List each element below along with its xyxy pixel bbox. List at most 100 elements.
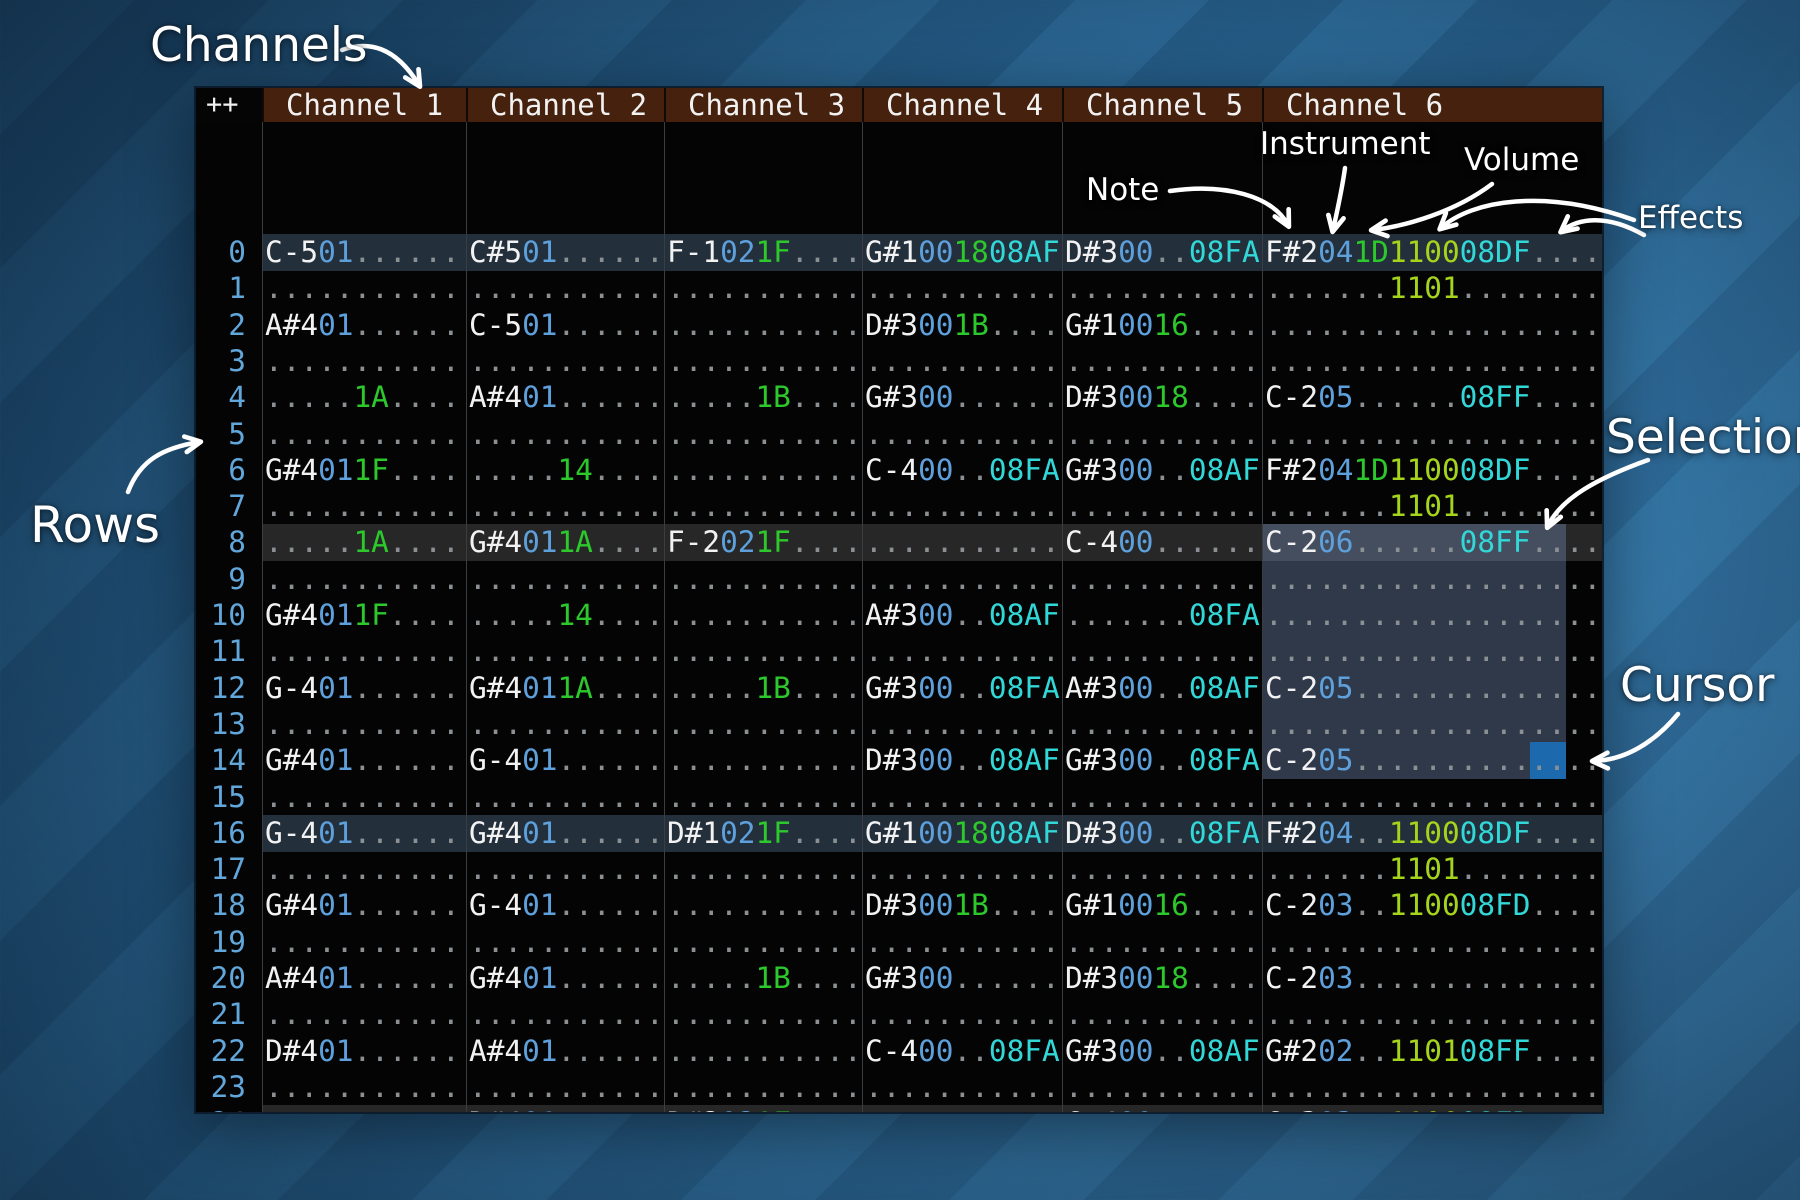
row-number[interactable]: 3 (196, 343, 246, 379)
row-number[interactable]: 23 (196, 1069, 246, 1105)
pattern-cell-r14-ch1[interactable]: G#401...... (265, 742, 469, 778)
pattern-cell-r8-ch2[interactable]: G#4011A.... (469, 524, 667, 560)
pattern-cell-r11-ch2[interactable]: ........... (469, 633, 667, 669)
row-number[interactable]: 2 (196, 307, 246, 343)
pattern-cell-r10-ch2[interactable]: .....14.... (469, 597, 667, 633)
row-number[interactable]: 14 (196, 742, 246, 778)
pattern-cell-r11-ch1[interactable]: ........... (265, 633, 469, 669)
pattern-cell-r9-ch2[interactable]: ........... (469, 561, 667, 597)
pattern-cell-r12-ch2[interactable]: G#4011A.... (469, 670, 667, 706)
pattern-cell-r17-ch5[interactable]: ........... (1065, 851, 1265, 887)
pattern-cell-r19-ch1[interactable]: ........... (265, 924, 469, 960)
pattern-cell-r23-ch2[interactable]: ........... (469, 1069, 667, 1105)
pattern-cell-r8-ch5[interactable]: C-400...... (1065, 524, 1265, 560)
row-number[interactable]: 4 (196, 379, 246, 415)
pattern-cell-r13-ch6[interactable]: ................... (1265, 706, 1602, 742)
pattern-cell-r6-ch3[interactable]: ........... (667, 452, 865, 488)
pattern-cell-r13-ch1[interactable]: ........... (265, 706, 469, 742)
row-number[interactable]: 17 (196, 851, 246, 887)
pattern-cell-r7-ch5[interactable]: ........... (1065, 488, 1265, 524)
row-number[interactable]: 5 (196, 416, 246, 452)
pattern-cell-r23-ch5[interactable]: ........... (1065, 1069, 1265, 1105)
pattern-cell-r22-ch1[interactable]: D#401...... (265, 1033, 469, 1069)
pattern-cell-r17-ch3[interactable]: ........... (667, 851, 865, 887)
pattern-cell-r1-ch5[interactable]: ........... (1065, 270, 1265, 306)
pattern-cell-r20-ch4[interactable]: G#300...... (865, 960, 1065, 996)
pattern-cell-r6-ch6[interactable]: F#2041D110008DF.... (1265, 452, 1602, 488)
pattern-cell-r8-ch1[interactable]: .....1A.... (265, 524, 469, 560)
channel-header-5[interactable]: Channel 5 (1062, 88, 1262, 122)
pattern-cell-r12-ch6[interactable]: C-205.............. (1265, 670, 1602, 706)
pattern-cell-r19-ch5[interactable]: ........... (1065, 924, 1265, 960)
row-number[interactable]: 20 (196, 960, 246, 996)
pattern-cell-r19-ch4[interactable]: ........... (865, 924, 1065, 960)
pattern-cell-r18-ch3[interactable]: ........... (667, 887, 865, 923)
pattern-cell-r0-ch3[interactable]: F-1021F.... (667, 234, 865, 270)
pattern-cell-r5-ch5[interactable]: ........... (1065, 416, 1265, 452)
pattern-cell-r3-ch4[interactable]: ........... (865, 343, 1065, 379)
pattern-cell-r4-ch1[interactable]: .....1A.... (265, 379, 469, 415)
pattern-cell-r23-ch6[interactable]: ................... (1265, 1069, 1602, 1105)
pattern-cell-r1-ch2[interactable]: ........... (469, 270, 667, 306)
pattern-cell-r17-ch2[interactable]: ........... (469, 851, 667, 887)
pattern-cell-r24-ch2[interactable]: D#401...... (469, 1105, 667, 1112)
pattern-cell-r2-ch1[interactable]: A#401...... (265, 307, 469, 343)
row-number[interactable]: 11 (196, 633, 246, 669)
pattern-cell-r5-ch6[interactable]: ................... (1265, 416, 1602, 452)
add-channel-button[interactable]: ++ (196, 88, 262, 122)
pattern-cell-r3-ch1[interactable]: ........... (265, 343, 469, 379)
pattern-cell-r14-ch6[interactable]: C-205.............. (1265, 742, 1602, 778)
pattern-cell-r13-ch5[interactable]: ........... (1065, 706, 1265, 742)
pattern-cell-r0-ch4[interactable]: G#1001808AF (865, 234, 1065, 270)
pattern-cell-r20-ch6[interactable]: C-203.............. (1265, 960, 1602, 996)
pattern-cell-r1-ch1[interactable]: ........... (265, 270, 469, 306)
pattern-cell-r19-ch2[interactable]: ........... (469, 924, 667, 960)
pattern-cell-r17-ch1[interactable]: ........... (265, 851, 469, 887)
pattern-cell-r15-ch3[interactable]: ........... (667, 779, 865, 815)
row-number[interactable]: 0 (196, 234, 246, 270)
pattern-cell-r3-ch5[interactable]: ........... (1065, 343, 1265, 379)
pattern-cell-r20-ch3[interactable]: .....1B.... (667, 960, 865, 996)
pattern-cell-r10-ch3[interactable]: ........... (667, 597, 865, 633)
pattern-cell-r13-ch3[interactable]: ........... (667, 706, 865, 742)
pattern-cell-r7-ch6[interactable]: .......1101........ (1265, 488, 1602, 524)
pattern-cell-r3-ch2[interactable]: ........... (469, 343, 667, 379)
pattern-cell-r13-ch2[interactable]: ........... (469, 706, 667, 742)
pattern-cell-r10-ch6[interactable]: ................... (1265, 597, 1602, 633)
row-number[interactable]: 21 (196, 996, 246, 1032)
pattern-cell-r15-ch5[interactable]: ........... (1065, 779, 1265, 815)
pattern-cell-r5-ch3[interactable]: ........... (667, 416, 865, 452)
pattern-cell-r21-ch1[interactable]: ........... (265, 996, 469, 1032)
row-number[interactable]: 16 (196, 815, 246, 851)
pattern-cell-r10-ch1[interactable]: G#4011F.... (265, 597, 469, 633)
pattern-cell-r1-ch6[interactable]: .......1101........ (1265, 270, 1602, 306)
pattern-cell-r13-ch4[interactable]: ........... (865, 706, 1065, 742)
row-number[interactable]: 6 (196, 452, 246, 488)
pattern-cell-r12-ch3[interactable]: .....1B.... (667, 670, 865, 706)
pattern-cell-r17-ch4[interactable]: ........... (865, 851, 1065, 887)
row-number[interactable]: 10 (196, 597, 246, 633)
row-number[interactable]: 15 (196, 779, 246, 815)
pattern-cell-r23-ch3[interactable]: ........... (667, 1069, 865, 1105)
pattern-cell-r19-ch3[interactable]: ........... (667, 924, 865, 960)
pattern-cell-r21-ch3[interactable]: ........... (667, 996, 865, 1032)
pattern-cell-r2-ch3[interactable]: ........... (667, 307, 865, 343)
pattern-cell-r12-ch4[interactable]: G#300..08FA (865, 670, 1065, 706)
pattern-cell-r24-ch3[interactable]: D#2021F.... (667, 1105, 865, 1112)
pattern-cell-r18-ch1[interactable]: G#401...... (265, 887, 469, 923)
pattern-cell-r24-ch1[interactable]: ........... (265, 1105, 469, 1112)
pattern-cell-r24-ch5[interactable]: C-400...... (1065, 1105, 1265, 1112)
channel-header-1[interactable]: Channel 1 (262, 88, 466, 122)
pattern-cell-r22-ch6[interactable]: G#202..110108FF.... (1265, 1033, 1602, 1069)
pattern-cell-r22-ch3[interactable]: ........... (667, 1033, 865, 1069)
pattern-cell-r14-ch2[interactable]: G-401...... (469, 742, 667, 778)
pattern-cell-r1-ch4[interactable]: ........... (865, 270, 1065, 306)
pattern-cell-r11-ch3[interactable]: ........... (667, 633, 865, 669)
pattern-cell-r12-ch5[interactable]: A#300..08AF (1065, 670, 1265, 706)
pattern-cell-r6-ch5[interactable]: G#300..08AF (1065, 452, 1265, 488)
pattern-cell-r5-ch1[interactable]: ........... (265, 416, 469, 452)
pattern-cell-r18-ch5[interactable]: G#10016.... (1065, 887, 1265, 923)
pattern-cell-r4-ch6[interactable]: C-205......08FF.... (1265, 379, 1602, 415)
pattern-cell-r22-ch4[interactable]: C-400..08FA (865, 1033, 1065, 1069)
pattern-cell-r15-ch4[interactable]: ........... (865, 779, 1065, 815)
